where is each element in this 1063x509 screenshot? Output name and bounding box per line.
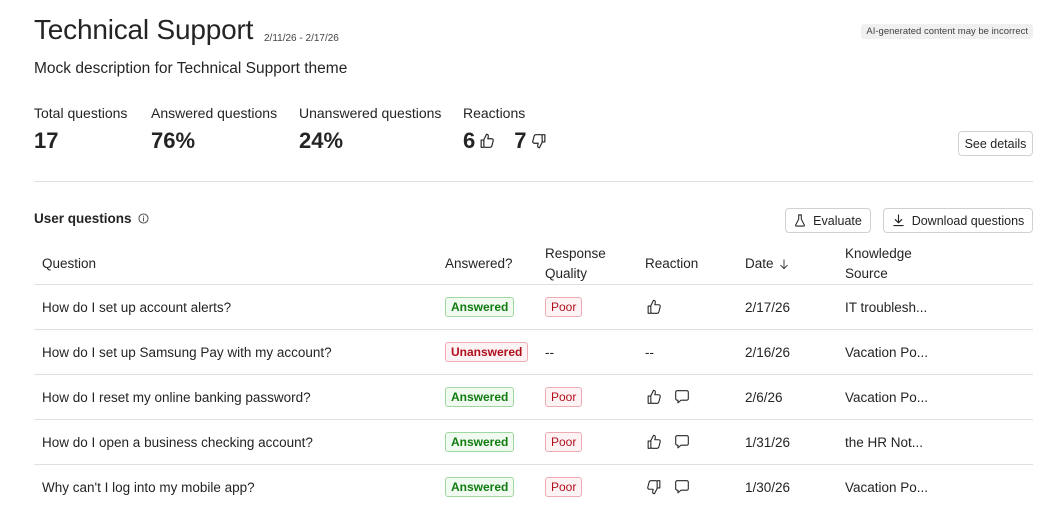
table-row[interactable]: Why can't I log into my mobile app? Answe… [34, 464, 1033, 509]
theme-description: Mock description for Technical Support t… [34, 60, 348, 77]
column-header-question[interactable]: Question [42, 254, 96, 274]
column-header-response-quality-line1: Response [545, 246, 606, 261]
reaction-cell [645, 375, 701, 419]
column-header-date-label: Date [745, 256, 774, 271]
thumbs-down-count: 7 [514, 128, 527, 153]
evaluate-button[interactable]: Evaluate [785, 208, 871, 233]
question-cell[interactable]: How do I open a business checking accoun… [42, 420, 313, 464]
date-cell: 1/31/26 [745, 434, 791, 450]
sort-descending-icon [779, 258, 788, 269]
answered-cell: Answered [445, 375, 515, 419]
quality-badge: Poor [545, 297, 583, 317]
date-cell: 1/30/26 [745, 479, 791, 495]
reactions-label: Reactions [463, 105, 526, 121]
unanswered-questions-value: 24% [299, 128, 344, 153]
thumbs-down-icon [530, 132, 548, 150]
thumbs-up-count: 6 [463, 128, 476, 153]
table-row[interactable]: How do I set up Samsung Pay with my acco… [34, 329, 1033, 374]
thumbs-down-icon[interactable] [645, 478, 663, 496]
reactions-summary: 6 7 [463, 128, 548, 154]
flask-icon [794, 214, 813, 227]
download-label: Download questions [911, 213, 1025, 228]
page-title: Technical Support [34, 14, 254, 45]
answered-questions-value: 76% [151, 128, 196, 153]
table-row[interactable]: How do I reset my online banking passwor… [34, 374, 1033, 419]
column-header-reaction[interactable]: Reaction [645, 254, 698, 274]
column-header-response-quality[interactable]: Response Quality [545, 244, 606, 284]
reaction-cell [645, 420, 701, 464]
response-quality-cell: -- [545, 330, 554, 374]
answered-status-badge: Answered [445, 432, 515, 452]
quality-badge: Poor [545, 477, 583, 497]
column-header-response-quality-line2: Quality [545, 266, 588, 281]
response-quality-cell: Poor [545, 465, 583, 509]
reaction-cell: -- [645, 330, 654, 374]
knowledge-source-cell[interactable]: Vacation Po... [845, 465, 928, 509]
unanswered-questions-label: Unanswered questions [299, 105, 442, 121]
thumbs-up-icon[interactable] [645, 433, 663, 451]
response-quality-cell: Poor [545, 285, 583, 329]
quality-empty: -- [545, 344, 554, 360]
comment-icon[interactable] [673, 478, 691, 496]
reaction-cell [645, 465, 701, 509]
column-header-knowledge-source-line1: Knowledge [845, 246, 912, 261]
user-questions-title: User questions [34, 211, 132, 226]
knowledge-source-cell[interactable]: Vacation Po... [845, 330, 928, 374]
date-cell: 2/6/26 [745, 389, 783, 405]
answered-cell: Answered [445, 420, 515, 464]
thumbs-up-icon[interactable] [645, 388, 663, 406]
evaluate-label: Evaluate [813, 213, 862, 228]
knowledge-source-cell[interactable]: Vacation Po... [845, 375, 928, 419]
response-quality-cell: Poor [545, 420, 583, 464]
date-cell: 2/17/26 [745, 299, 791, 315]
comment-icon[interactable] [673, 433, 691, 451]
reaction-empty: -- [645, 344, 654, 360]
column-header-knowledge-source-line2: Source [845, 266, 888, 281]
response-quality-cell: Poor [545, 375, 583, 419]
download-icon [892, 214, 912, 227]
info-icon[interactable] [137, 213, 149, 224]
total-questions-value: 17 [34, 128, 59, 153]
answered-status-badge: Unanswered [445, 342, 529, 362]
answered-cell: Answered [445, 465, 515, 509]
quality-badge: Poor [545, 432, 583, 452]
see-details-button[interactable]: See details [958, 131, 1033, 156]
column-header-knowledge-source[interactable]: Knowledge Source [845, 244, 912, 284]
table-row[interactable]: How do I open a business checking accoun… [34, 419, 1033, 464]
date-cell: 2/16/26 [745, 344, 791, 360]
question-cell[interactable]: How do I set up account alerts? [42, 285, 231, 329]
column-header-date[interactable]: Date [745, 254, 789, 274]
question-cell[interactable]: How do I reset my online banking passwor… [42, 375, 311, 419]
thumbs-up-icon [478, 132, 496, 150]
answered-cell: Unanswered [445, 330, 529, 374]
knowledge-source-cell[interactable]: IT troublesh... [845, 285, 927, 329]
answered-status-badge: Answered [445, 387, 515, 407]
thumbs-up-icon[interactable] [645, 298, 663, 316]
question-cell[interactable]: How do I set up Samsung Pay with my acco… [42, 330, 332, 374]
quality-badge: Poor [545, 387, 583, 407]
question-cell[interactable]: Why can't I log into my mobile app? [42, 465, 255, 509]
ai-disclaimer-badge: AI-generated content may be incorrect [861, 24, 1033, 39]
download-questions-button[interactable]: Download questions [883, 208, 1033, 233]
section-divider [34, 181, 1033, 182]
column-header-answered[interactable]: Answered? [445, 254, 513, 274]
comment-icon[interactable] [673, 388, 691, 406]
answered-status-badge: Answered [445, 297, 515, 317]
total-questions-label: Total questions [34, 105, 128, 121]
answered-questions-label: Answered questions [151, 105, 278, 121]
answered-status-badge: Answered [445, 477, 515, 497]
reaction-cell [645, 285, 673, 329]
date-range: 2/11/26 - 2/17/26 [264, 33, 339, 44]
answered-cell: Answered [445, 285, 515, 329]
table-row[interactable]: How do I set up account alerts? Answered P… [34, 284, 1033, 329]
knowledge-source-cell[interactable]: the HR Not... [845, 420, 923, 464]
user-questions-heading: User questions [34, 211, 149, 226]
